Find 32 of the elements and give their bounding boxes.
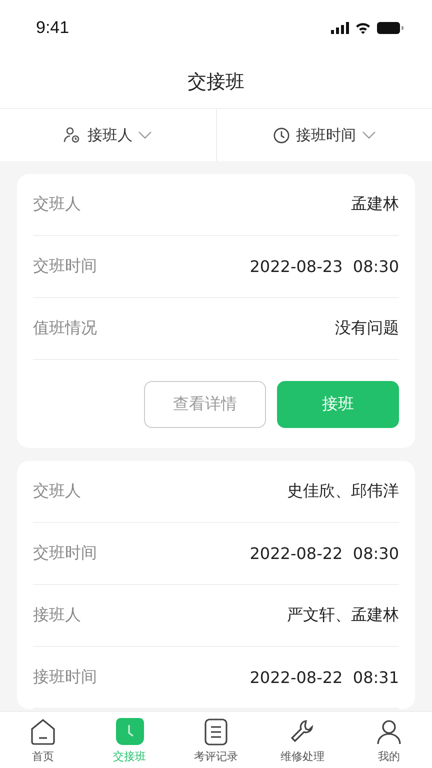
list-icon[interactable] — [204, 718, 228, 746]
field-value: 孟建林 — [351, 194, 399, 215]
field-label: 值班情况 — [33, 318, 97, 339]
battery-icon — [377, 22, 404, 34]
clock-icon — [272, 126, 290, 144]
field-value: 史佳欣、邱伟洋 — [287, 481, 399, 502]
status-time: 9:41 — [36, 18, 70, 38]
person-clock-icon — [63, 126, 82, 144]
chevron-down-icon — [362, 131, 376, 139]
field-label: 接班人 — [33, 605, 81, 626]
wifi-icon — [355, 22, 371, 34]
home-icon[interactable] — [30, 718, 56, 746]
chevron-down-icon — [138, 131, 152, 139]
tab-label[interactable]: 考评记录 — [194, 749, 238, 764]
filter-dropdown[interactable]: 接班时间 — [216, 109, 432, 161]
tab-label[interactable]: 首页 — [32, 749, 54, 764]
field-value: 2022-08-22 08:31 — [250, 668, 399, 687]
filter-dropdown[interactable]: 接班人 — [0, 109, 216, 161]
tab-label[interactable]: 维修处理 — [280, 749, 324, 764]
field-label: 交班时间 — [33, 256, 97, 277]
tab-label[interactable]: 我的 — [378, 749, 400, 764]
page-title: 交接班 — [188, 70, 244, 94]
field-value: 2022-08-23 08:30 — [250, 257, 399, 276]
field-value: 2022-08-22 08:30 — [250, 544, 399, 563]
field-label: 交班人 — [33, 481, 81, 502]
signal-icon — [331, 22, 349, 34]
field-label: 接班时间 — [33, 667, 97, 688]
field-value: 严文轩、孟建林 — [287, 605, 399, 626]
field-label: 交班时间 — [33, 543, 97, 564]
field-value: 没有问题 — [335, 318, 399, 339]
field-label: 交班人 — [33, 194, 81, 215]
person-icon[interactable] — [376, 718, 402, 746]
